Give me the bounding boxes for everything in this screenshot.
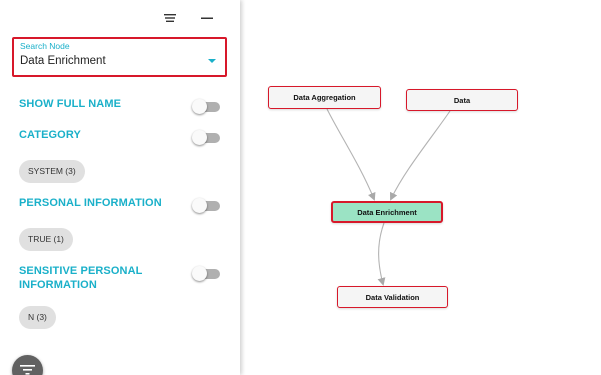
sensitive-personal-information-chip[interactable]: N (3): [19, 306, 56, 329]
search-node-label: Search Node: [20, 41, 70, 51]
toggle-thumb: [192, 130, 207, 145]
sensitive-title-line1: SENSITIVE PERSONAL: [19, 265, 143, 277]
personal-information-title: PERSONAL INFORMATION: [19, 197, 162, 209]
sensitive-personal-information-toggle[interactable]: [192, 266, 221, 281]
filter-list-icon: [20, 365, 35, 375]
search-node-value: Data Enrichment: [20, 55, 106, 67]
toggle-thumb: [192, 198, 207, 213]
node-data-aggregation[interactable]: Data Aggregation: [268, 86, 381, 109]
search-node-select[interactable]: Search Node Data Enrichment: [12, 37, 227, 77]
sensitive-title-line2: INFORMATION: [19, 279, 97, 291]
node-data[interactable]: Data: [406, 89, 518, 111]
personal-information-toggle[interactable]: [192, 198, 221, 213]
edge-aggregation-enrichment: [326, 108, 376, 201]
filter-fab-button[interactable]: [12, 355, 43, 375]
caret-down-icon[interactable]: [208, 59, 216, 63]
personal-information-chip[interactable]: TRUE (1): [19, 228, 73, 251]
category-chip[interactable]: SYSTEM (3): [19, 160, 85, 183]
show-full-name-title: SHOW FULL NAME: [19, 98, 122, 110]
filter-panel: Search Node Data Enrichment SHOW FULL NA…: [0, 0, 240, 375]
toggle-thumb: [192, 99, 207, 114]
minimize-icon[interactable]: [199, 10, 215, 26]
edge-enrichment-validation: [377, 222, 386, 286]
node-data-validation[interactable]: Data Validation: [337, 286, 448, 308]
toggle-thumb: [192, 266, 207, 281]
edge-data-enrichment: [390, 110, 451, 201]
category-toggle[interactable]: [192, 130, 221, 145]
menu-lines-icon[interactable]: [162, 10, 178, 26]
show-full-name-toggle[interactable]: [192, 99, 221, 114]
category-title: CATEGORY: [19, 129, 81, 141]
graph-canvas[interactable]: Data Aggregation Data Data Enrichment Da…: [240, 0, 601, 375]
graph-edges: [326, 108, 451, 286]
sensitive-personal-information-title: SENSITIVE PERSONAL INFORMATION: [19, 264, 142, 292]
node-data-enrichment[interactable]: Data Enrichment: [331, 201, 443, 223]
